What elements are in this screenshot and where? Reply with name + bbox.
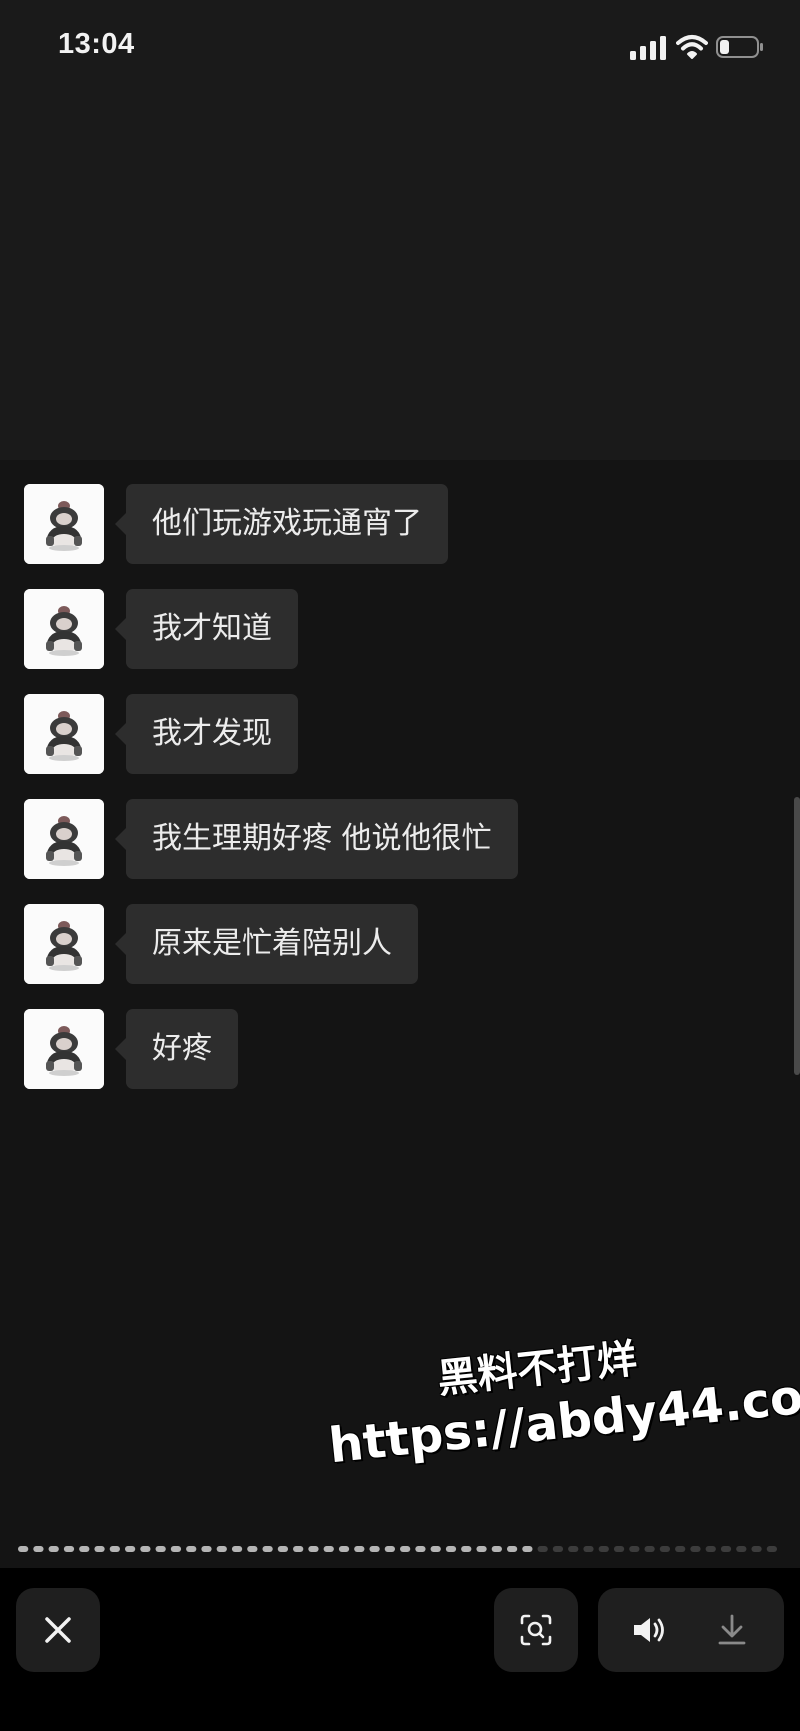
- close-button[interactable]: [16, 1588, 100, 1672]
- progress-segment: [216, 1546, 227, 1552]
- progress-segment: [354, 1546, 365, 1552]
- progress-segment: [659, 1546, 671, 1552]
- progress-segment: [18, 1546, 29, 1552]
- progress-segment: [94, 1546, 105, 1552]
- avatar[interactable]: [24, 694, 104, 774]
- progress-segment: [48, 1546, 59, 1552]
- progress-segment: [766, 1546, 777, 1552]
- sound-button[interactable]: [620, 1588, 680, 1672]
- progress-segment: [675, 1546, 686, 1552]
- speaker-icon: [634, 1618, 664, 1642]
- message-bubble: 我生理期好疼 他说他很忙: [115, 799, 518, 879]
- progress-segment: [690, 1546, 701, 1552]
- avatar-figure-icon: [24, 484, 104, 564]
- avatar[interactable]: [24, 589, 104, 669]
- progress-segment: [323, 1546, 334, 1552]
- battery-icon: [716, 36, 763, 58]
- progress-segment: [476, 1546, 487, 1552]
- message-bubble: 我才发现: [115, 694, 298, 774]
- progress-segment: [79, 1546, 90, 1552]
- progress-segment: [491, 1546, 502, 1552]
- progress-segment: [415, 1546, 426, 1552]
- message-bubble: 他们玩游戏玩通宵了: [115, 484, 448, 564]
- story-progress-bar: [18, 1546, 777, 1552]
- progress-segment: [445, 1546, 457, 1552]
- progress-segment: [751, 1546, 762, 1552]
- media-controls: [598, 1588, 784, 1672]
- download-icon: [718, 1614, 746, 1645]
- scrollbar-thumb[interactable]: [794, 797, 800, 1075]
- progress-segment: [613, 1546, 625, 1552]
- progress-segment: [247, 1546, 258, 1552]
- progress-segment: [155, 1546, 166, 1552]
- progress-segment: [201, 1546, 212, 1552]
- status-bar: 13:04: [0, 0, 800, 100]
- download-button[interactable]: [702, 1588, 762, 1672]
- progress-segment: [109, 1546, 120, 1552]
- avatar-figure-icon: [24, 589, 104, 669]
- progress-segment: [461, 1546, 472, 1552]
- progress-segment: [537, 1546, 548, 1552]
- progress-segment: [186, 1546, 197, 1552]
- avatar[interactable]: [24, 904, 104, 984]
- progress-segment: [308, 1546, 319, 1552]
- progress-segment: [400, 1546, 411, 1552]
- progress-segment: [720, 1546, 732, 1552]
- progress-segment: [522, 1546, 533, 1552]
- scan-lens-icon: [520, 1614, 552, 1646]
- progress-segment: [338, 1546, 350, 1552]
- progress-segment: [736, 1546, 747, 1552]
- scan-button[interactable]: [494, 1588, 578, 1672]
- message-bubble: 我才知道: [115, 589, 298, 669]
- progress-segment: [63, 1546, 75, 1552]
- progress-segment: [170, 1546, 182, 1552]
- wifi-icon: [676, 35, 708, 59]
- progress-segment: [369, 1546, 380, 1552]
- avatar-figure-icon: [24, 1009, 104, 1089]
- progress-segment: [277, 1546, 289, 1552]
- progress-segment: [231, 1546, 243, 1552]
- avatar-figure-icon: [24, 904, 104, 984]
- bottom-toolbar: [0, 1568, 800, 1731]
- progress-segment: [705, 1546, 716, 1552]
- avatar[interactable]: [24, 1009, 104, 1089]
- message-bubble: 原来是忙着陪别人: [115, 904, 418, 984]
- avatar-figure-icon: [24, 694, 104, 774]
- progress-segment: [33, 1546, 44, 1552]
- progress-segment: [262, 1546, 273, 1552]
- progress-segment: [293, 1546, 304, 1552]
- cellular-signal-icon: [630, 36, 666, 60]
- progress-segment: [384, 1546, 395, 1552]
- avatar-figure-icon: [24, 799, 104, 879]
- progress-segment: [552, 1546, 564, 1552]
- progress-segment: [140, 1546, 151, 1552]
- progress-segment: [629, 1546, 640, 1552]
- progress-segment: [568, 1546, 579, 1552]
- message-bubble: 好疼: [115, 1009, 238, 1089]
- progress-segment: [124, 1546, 136, 1552]
- progress-segment: [644, 1546, 655, 1552]
- avatar[interactable]: [24, 484, 104, 564]
- progress-segment: [430, 1546, 441, 1552]
- progress-segment: [506, 1546, 518, 1552]
- progress-segment: [598, 1546, 609, 1552]
- avatar[interactable]: [24, 799, 104, 879]
- close-icon: [45, 1617, 71, 1643]
- status-time: 13:04: [58, 28, 135, 60]
- progress-segment: [583, 1546, 594, 1552]
